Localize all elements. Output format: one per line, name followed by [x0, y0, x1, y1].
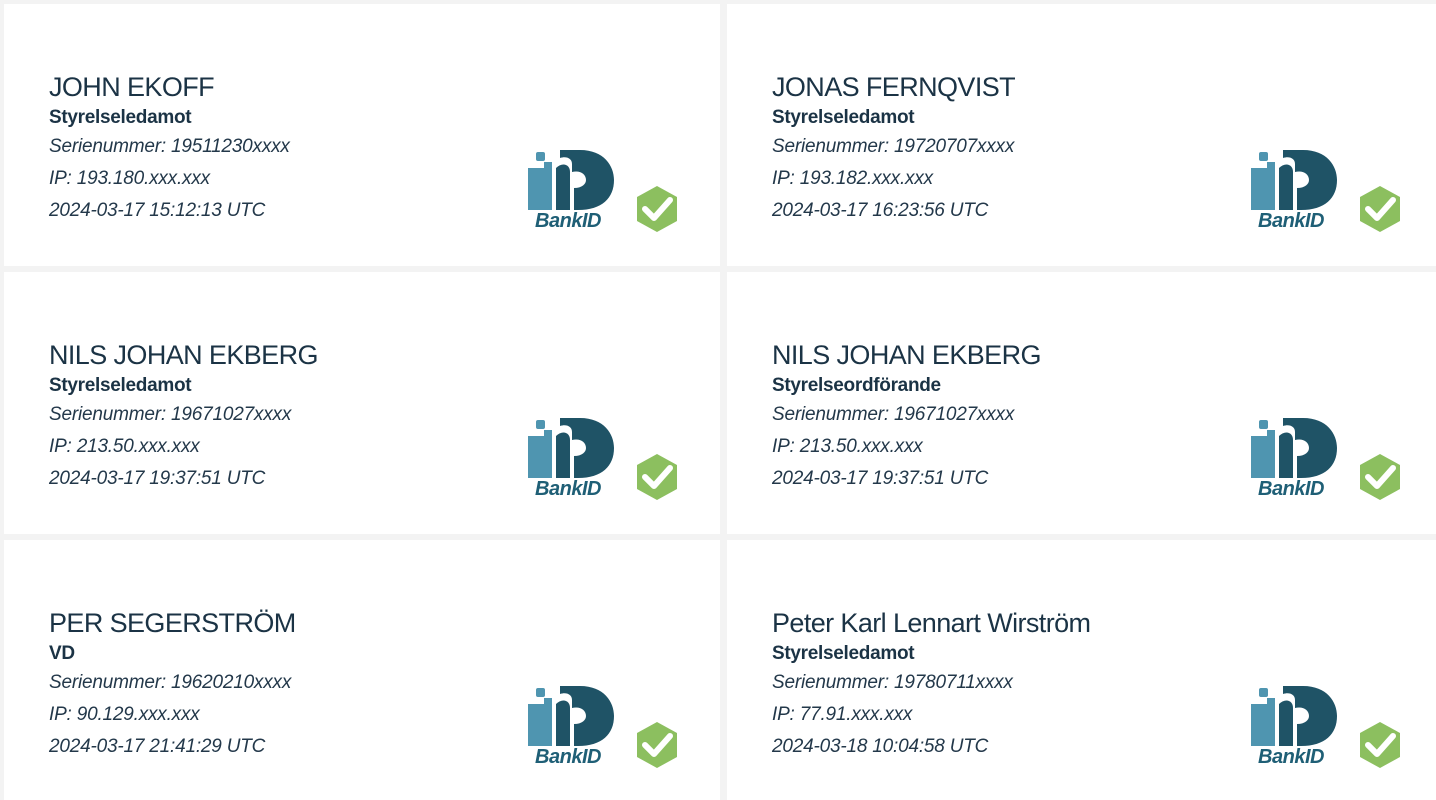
signer-ip: IP: 77.91.xxx.xxx: [772, 704, 913, 725]
bankid-seal: BankID: [1245, 146, 1405, 236]
signer-timestamp: 2024-03-17 16:23:56 UTC: [772, 200, 989, 221]
verified-check-icon: [1360, 454, 1400, 500]
bankid-logo-text: BankID: [535, 746, 601, 768]
signature-card: NILS JOHAN EKBERG Styrelseordförande Ser…: [727, 272, 1436, 534]
signer-ip: IP: 90.129.xxx.xxx: [49, 704, 200, 725]
signer-name: NILS JOHAN EKBERG: [49, 340, 318, 370]
signer-info: JONAS FERNQVIST Styrelseledamot Serienum…: [772, 70, 1016, 227]
bankid-logo-text: BankID: [1258, 478, 1324, 500]
signer-serial: Serienummer: 19720707xxxx: [772, 136, 1015, 157]
signature-card: JONAS FERNQVIST Styrelseledamot Serienum…: [727, 4, 1436, 266]
signer-role: Styrelseledamot: [772, 107, 915, 128]
verified-check-icon: [637, 722, 677, 768]
signer-name: Peter Karl Lennart Wirström: [772, 608, 1091, 638]
signature-card: JOHN EKOFF Styrelseledamot Serienummer: …: [4, 4, 720, 266]
signer-role: Styrelseledamot: [49, 375, 192, 396]
verified-check-icon: [1360, 722, 1400, 768]
signer-ip: IP: 193.182.xxx.xxx: [772, 168, 933, 189]
bankid-seal: BankID: [1245, 682, 1405, 772]
signer-timestamp: 2024-03-17 19:37:51 UTC: [49, 468, 266, 489]
verified-check-icon: [637, 186, 677, 232]
signer-name: JONAS FERNQVIST: [772, 72, 1016, 102]
signature-card: Peter Karl Lennart Wirström Styrelseleda…: [727, 540, 1436, 800]
signer-role: Styrelseledamot: [772, 643, 915, 664]
bankid-seal: BankID: [522, 146, 682, 236]
bankid-logo-text: BankID: [1258, 746, 1324, 768]
signer-serial: Serienummer: 19671027xxxx: [49, 404, 292, 425]
verified-check-icon: [637, 454, 677, 500]
signature-grid: JOHN EKOFF Styrelseledamot Serienummer: …: [0, 0, 1436, 800]
signer-name: PER SEGERSTRÖM: [49, 608, 296, 638]
signer-ip: IP: 193.180.xxx.xxx: [49, 168, 210, 189]
signer-ip: IP: 213.50.xxx.xxx: [49, 436, 200, 457]
signer-ip: IP: 213.50.xxx.xxx: [772, 436, 923, 457]
bankid-seal: BankID: [522, 414, 682, 504]
signer-name: NILS JOHAN EKBERG: [772, 340, 1041, 370]
signer-info: JOHN EKOFF Styrelseledamot Serienummer: …: [49, 70, 290, 227]
bankid-seal: BankID: [522, 682, 682, 772]
signer-serial: Serienummer: 19511230xxxx: [49, 136, 290, 157]
signer-timestamp: 2024-03-17 21:41:29 UTC: [49, 736, 266, 757]
signer-name: JOHN EKOFF: [49, 72, 215, 102]
signer-info: NILS JOHAN EKBERG Styrelseledamot Serien…: [49, 338, 318, 495]
signer-serial: Serienummer: 19620210xxxx: [49, 672, 292, 693]
bankid-logo-text: BankID: [535, 210, 601, 232]
signer-role: Styrelseledamot: [49, 107, 192, 128]
signer-timestamp: 2024-03-17 15:12:13 UTC: [49, 200, 266, 221]
signature-card: PER SEGERSTRÖM VD Serienummer: 19620210x…: [4, 540, 720, 800]
bankid-logo-text: BankID: [1258, 210, 1324, 232]
bankid-seal: BankID: [1245, 414, 1405, 504]
signer-timestamp: 2024-03-17 19:37:51 UTC: [772, 468, 989, 489]
signer-role: VD: [49, 643, 75, 664]
verified-check-icon: [1360, 186, 1400, 232]
signature-card: NILS JOHAN EKBERG Styrelseledamot Serien…: [4, 272, 720, 534]
signer-role: Styrelseordförande: [772, 375, 941, 396]
signer-serial: Serienummer: 19671027xxxx: [772, 404, 1015, 425]
signer-info: Peter Karl Lennart Wirström Styrelseleda…: [772, 606, 1091, 763]
signer-serial: Serienummer: 19780711xxxx: [772, 672, 1013, 693]
signer-info: NILS JOHAN EKBERG Styrelseordförande Ser…: [772, 338, 1041, 495]
bankid-logo-text: BankID: [535, 478, 601, 500]
signer-timestamp: 2024-03-18 10:04:58 UTC: [772, 736, 989, 757]
signer-info: PER SEGERSTRÖM VD Serienummer: 19620210x…: [49, 606, 296, 763]
